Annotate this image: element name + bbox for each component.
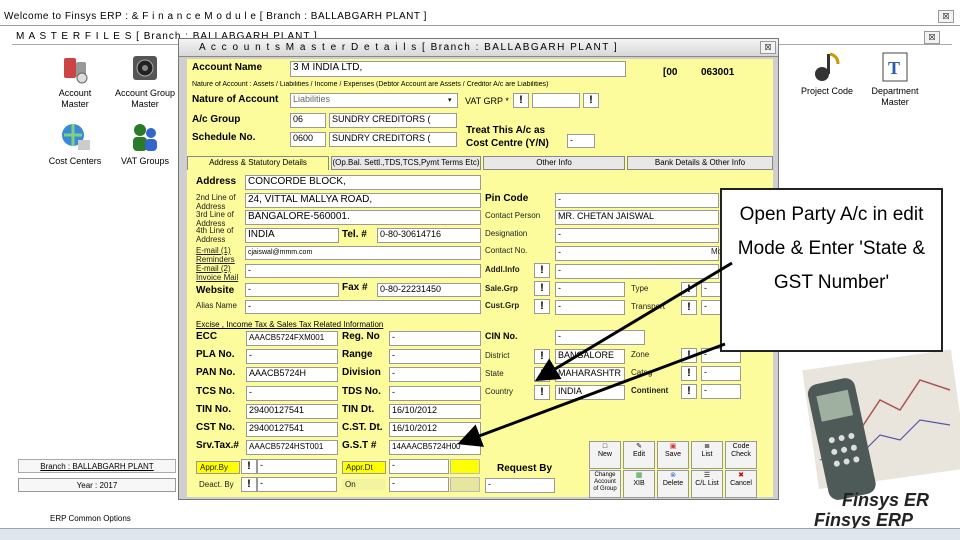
arrow-to-state (534, 261, 733, 382)
annotation-arrows (457, 261, 733, 447)
arrow-to-gst (457, 342, 726, 447)
taskbar (0, 528, 960, 540)
